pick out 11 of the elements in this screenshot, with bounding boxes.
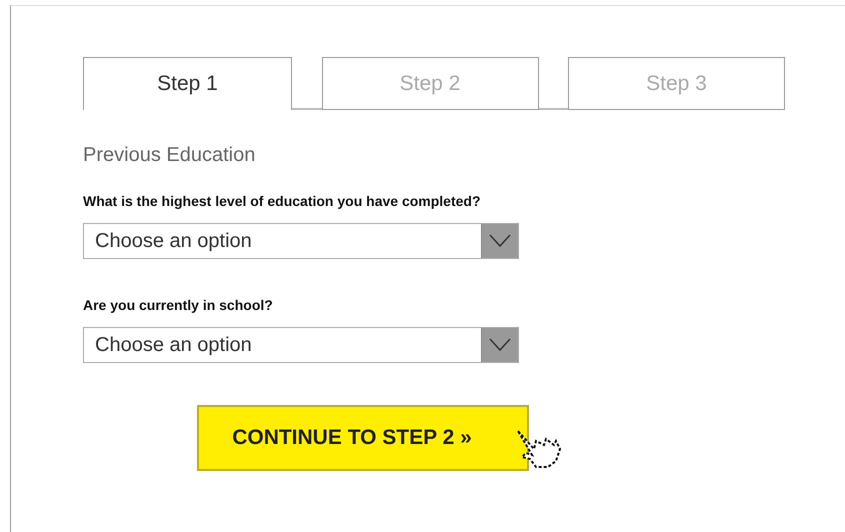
question-label: What is the highest level of education you have completed?: [83, 193, 482, 209]
dropdown-placeholder: Choose an option: [95, 230, 253, 252]
section-title: Previous Education: [83, 144, 256, 167]
continue-button[interactable]: CONTINUE TO STEP 2 »: [197, 405, 529, 471]
question-label: Are you currently in school?: [83, 297, 274, 313]
dropdown[interactable]: Choose an option: [83, 327, 519, 363]
dropdown[interactable]: Choose an option: [83, 223, 519, 259]
chevron-down-icon: [489, 234, 511, 248]
chevron-down-icon: [489, 338, 511, 352]
step-tab[interactable]: Step 1: [83, 57, 292, 110]
dropdown-placeholder: Choose an option: [95, 334, 253, 356]
